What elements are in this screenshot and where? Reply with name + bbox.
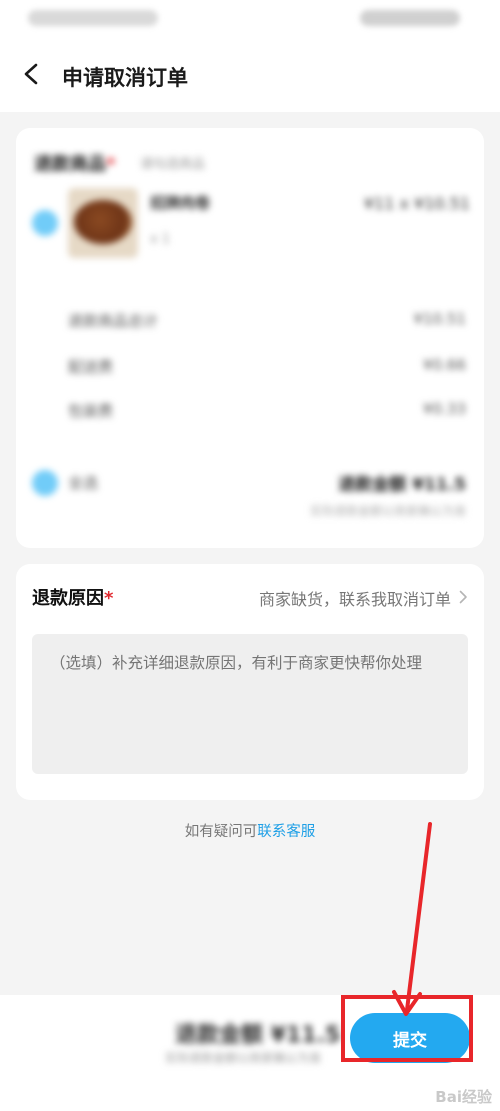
refund-total: 退款金额 ¥11.5: [338, 475, 466, 495]
refund-note: 实际退款金额以商家确认为准: [309, 504, 466, 518]
fee-value: ¥0.66: [423, 356, 466, 374]
status-bar-indicators: [360, 10, 460, 26]
refund-reason-card: 退款原因* 商家缺货，联系我取消订单: [16, 564, 484, 800]
refund-goods-subtitle: 请勾选商品: [140, 157, 206, 172]
bottom-refund-note: 实际退款金额以商家确认为准: [165, 1051, 322, 1065]
item-check-circle[interactable]: [32, 210, 58, 236]
fee-value: ¥10.51: [413, 310, 467, 328]
goods-price: ¥11 x ¥10.51: [363, 194, 470, 213]
required-mark: *: [106, 154, 116, 175]
back-button[interactable]: [14, 58, 50, 94]
contact-line: 如有疑问可联系客服: [0, 820, 500, 841]
status-bar-carrier: [28, 10, 158, 26]
contact-prefix: 如有疑问可: [184, 824, 258, 840]
contact-service-link[interactable]: 联系客服: [257, 824, 315, 840]
refund-reason-value: 商家缺货，联系我取消订单: [258, 590, 451, 609]
fee-row: 退款商品总计 ¥10.51: [68, 310, 466, 334]
refund-goods-card: 退款商品* 请勾选商品 招牌肉卷 x 1 ¥11 x ¥10.51 退款商品总计…: [16, 128, 484, 548]
goods-name: 招牌肉卷: [150, 194, 211, 212]
watermark: Bai经验: [435, 1088, 492, 1106]
required-mark: *: [104, 588, 114, 609]
select-all-circle[interactable]: [32, 470, 58, 496]
fee-label: 退款商品总计: [68, 312, 159, 330]
chevron-right-icon: [459, 589, 468, 608]
fee-label: 配送费: [68, 358, 114, 376]
refund-reason-title: 退款原因*: [32, 588, 114, 609]
submit-button[interactable]: 提交: [350, 1013, 470, 1063]
refund-reason-selector[interactable]: 商家缺货，联系我取消订单: [259, 586, 468, 610]
fee-row: 配送费 ¥0.66: [68, 356, 466, 380]
bottom-refund-amount: 退款金额 ¥11.5: [175, 1023, 341, 1048]
page-header: 申请取消订单: [0, 40, 500, 112]
chevron-left-icon: [22, 63, 42, 89]
fee-row: 包装费 ¥0.33: [68, 400, 466, 424]
bottom-bar: 退款金额 ¥11.5 实际退款金额以商家确认为准 提交: [0, 995, 500, 1111]
fee-label: 包装费: [68, 402, 114, 420]
fee-value: ¥0.33: [423, 400, 466, 418]
goods-quantity: x 1: [150, 232, 171, 247]
goods-image: [68, 188, 138, 258]
select-all-label: 全选: [68, 474, 99, 492]
page-title: 申请取消订单: [62, 66, 188, 90]
refund-goods-title: 退款商品*: [34, 154, 116, 175]
status-bar: [0, 0, 500, 40]
refund-detail-input[interactable]: [32, 634, 468, 774]
